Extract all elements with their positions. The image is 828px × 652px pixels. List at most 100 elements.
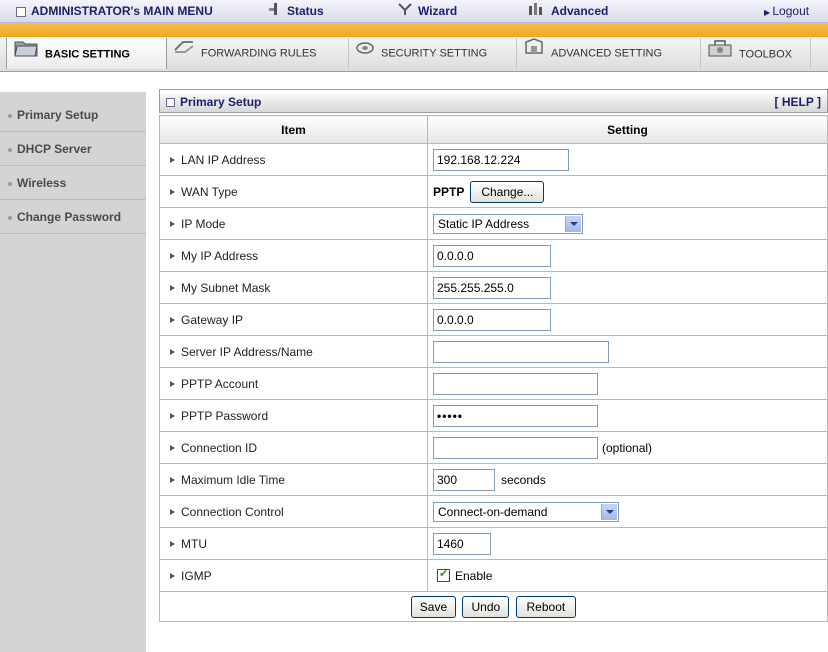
pptp-password-label: PPTP Password [181, 408, 269, 423]
admin-main-menu-label: ADMINISTRATOR's MAIN MENU [31, 4, 213, 18]
chevron-down-icon [565, 215, 581, 232]
sidebar-item-dhcp-server[interactable]: DHCP Server [0, 132, 146, 166]
wizard-icon [397, 1, 413, 23]
bullet-icon [8, 147, 12, 152]
bullet-icon [8, 215, 12, 220]
change-wan-button[interactable]: Change... [470, 180, 545, 203]
gateway-ip-input[interactable] [433, 308, 551, 331]
row-arrow-icon [170, 445, 175, 452]
reboot-button[interactable]: Reboot [515, 595, 577, 618]
top-menu-bar: ADMINISTRATOR's MAIN MENU Status Wizard … [0, 0, 828, 23]
action-row: Save Undo Reboot [159, 591, 828, 622]
server-label: Server IP Address/Name [181, 344, 313, 359]
table-row: My IP Address [159, 239, 828, 272]
table-row: Gateway IP [159, 303, 828, 336]
primary-setup-panel: Primary Setup [ HELP ] Item Setting LAN … [159, 89, 828, 652]
panel-header: Primary Setup [ HELP ] [159, 89, 828, 113]
tab-advanced-setting[interactable]: ADVANCED SETTING [517, 38, 701, 69]
gateway-label: Gateway IP [181, 312, 244, 327]
status-menu[interactable]: Status [268, 0, 324, 22]
logout-label: Logout [772, 4, 810, 18]
advanced-icon [528, 1, 546, 23]
row-arrow-icon [170, 477, 175, 484]
idle-time-input[interactable] [433, 468, 495, 491]
sidebar-item-change-password[interactable]: Change Password [0, 200, 146, 234]
table-row: Connection ID (optional) [159, 431, 828, 464]
mtu-input[interactable] [433, 532, 491, 555]
subnet-mask-input[interactable] [433, 276, 551, 299]
sidebar-item-label: Change Password [17, 210, 122, 224]
igmp-enable-label: Enable [455, 568, 493, 583]
table-row: PPTP Account [159, 367, 828, 400]
wizard-menu[interactable]: Wizard [397, 0, 457, 22]
wan-type-label: WAN Type [181, 184, 238, 199]
sidebar-item-wireless[interactable]: Wireless [0, 166, 146, 200]
connection-control-select[interactable]: Connect-on-demand [433, 501, 619, 522]
tab-forwarding-rules[interactable]: FORWARDING RULES [167, 38, 349, 69]
ip-mode-value: Static IP Address [438, 216, 530, 231]
table-row: My Subnet Mask [159, 271, 828, 304]
row-arrow-icon [170, 157, 175, 164]
pptp-account-input[interactable] [433, 372, 598, 395]
table-row: IGMP Enable [159, 559, 828, 592]
table-row: LAN IP Address [159, 143, 828, 176]
tab-toolbox[interactable]: TOOLBOX [701, 38, 811, 69]
table-row: Maximum Idle Time seconds [159, 463, 828, 496]
row-arrow-icon [170, 317, 175, 324]
idle-time-label: Maximum Idle Time [181, 472, 286, 487]
sidebar-item-primary-setup[interactable]: Primary Setup [0, 98, 146, 132]
row-arrow-icon [170, 189, 175, 196]
lan-ip-label: LAN IP Address [181, 152, 266, 167]
pptp-password-input[interactable] [433, 404, 598, 427]
tab-security-setting[interactable]: SECURITY SETTING [349, 38, 517, 69]
table-row: Connection Control Connect-on-demand [159, 495, 828, 528]
column-header-item: Item [159, 115, 428, 144]
ip-mode-label: IP Mode [181, 216, 226, 231]
connection-control-label: Connection Control [181, 504, 284, 519]
row-arrow-icon [170, 573, 175, 580]
mtu-label: MTU [181, 536, 207, 551]
table-row: PPTP Password [159, 399, 828, 432]
wan-type-value: PPTP [433, 184, 465, 199]
column-header-setting: Setting [427, 115, 828, 144]
folder-icon [13, 38, 39, 71]
settings-table: Item Setting LAN IP Address WAN Type PPT… [159, 115, 828, 622]
forwarding-icon [173, 38, 195, 69]
admin-main-menu[interactable]: ADMINISTRATOR's MAIN MENU [16, 0, 213, 22]
lan-ip-input[interactable] [433, 148, 569, 171]
tab-basic-setting-label: BASIC SETTING [45, 48, 130, 61]
bullet-icon [8, 181, 12, 186]
row-arrow-icon [170, 253, 175, 260]
security-icon [355, 38, 375, 69]
row-arrow-icon [170, 349, 175, 356]
tab-security-setting-label: SECURITY SETTING [381, 47, 488, 60]
table-row: MTU [159, 527, 828, 560]
my-ip-label: My IP Address [181, 248, 259, 263]
status-icon [268, 1, 282, 23]
my-ip-input[interactable] [433, 244, 551, 267]
connection-id-input[interactable] [433, 436, 598, 459]
tab-basic-setting[interactable]: BASIC SETTING [6, 38, 167, 69]
tab-toolbox-label: TOOLBOX [739, 48, 792, 61]
save-button[interactable]: Save [410, 595, 457, 618]
table-row: Server IP Address/Name [159, 335, 828, 368]
server-ip-input[interactable] [433, 340, 609, 363]
advanced-menu-label: Advanced [551, 4, 609, 18]
status-menu-label: Status [287, 4, 324, 18]
sidebar-item-label: DHCP Server [17, 142, 92, 156]
undo-button[interactable]: Undo [462, 595, 510, 618]
subnet-label: My Subnet Mask [181, 280, 271, 295]
pptp-account-label: PPTP Account [181, 376, 259, 391]
row-arrow-icon [170, 509, 175, 516]
row-arrow-icon [170, 285, 175, 292]
logout-link[interactable]: ▶ Logout [764, 0, 809, 22]
seconds-unit: seconds [501, 472, 546, 487]
help-link[interactable]: [ HELP ] [775, 90, 821, 114]
chevron-down-icon [601, 503, 617, 520]
sidebar-item-label: Primary Setup [17, 108, 99, 122]
igmp-enable-checkbox[interactable] [437, 567, 450, 583]
bullet-icon [8, 113, 12, 118]
ip-mode-select[interactable]: Static IP Address [433, 213, 583, 234]
optional-hint: (optional) [602, 440, 653, 455]
advanced-menu[interactable]: Advanced [528, 0, 608, 22]
